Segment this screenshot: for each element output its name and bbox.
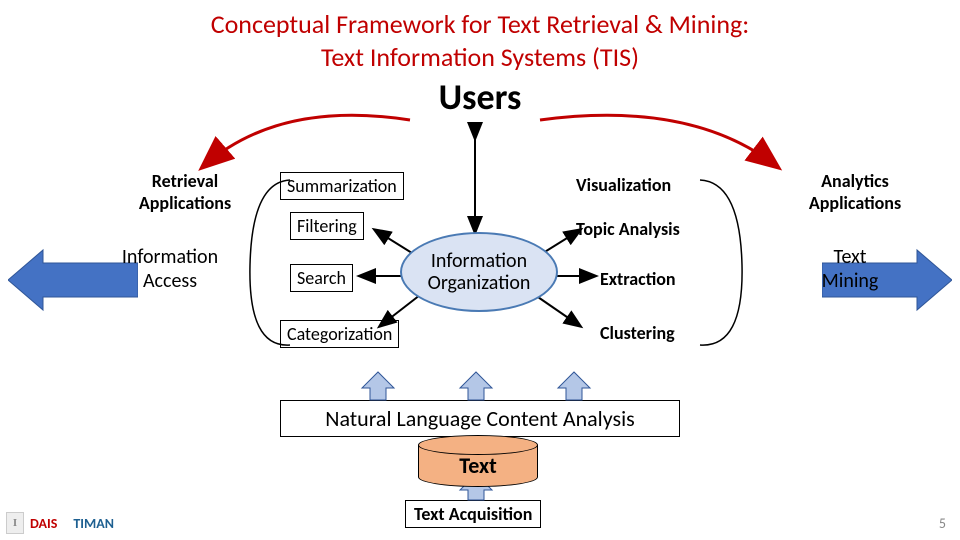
filtering-box: Filtering [290,212,364,240]
information-access-label: Information Access [100,245,240,293]
footer-logos: I DAIS TIMAN [6,512,114,534]
visualization-label: Visualization [576,174,671,196]
text-acquisition-box: Text Acquisition [405,500,541,528]
retrieval-applications-label: Retrieval Applications [120,170,250,214]
text-mining-label: Text Mining [795,245,905,293]
page-number: 5 [939,515,946,532]
nlca-box: Natural Language Content Analysis [280,400,680,437]
slide-title: Conceptual Framework for Text Retrieval … [0,0,960,73]
logo-dais: DAIS [30,515,57,532]
users-label: Users [0,75,960,119]
extraction-label: Extraction [600,268,676,290]
topic-analysis-label: Topic Analysis [576,218,680,240]
logo-timan: TIMAN [73,515,114,532]
search-box: Search [290,264,353,292]
categorization-box: Categorization [280,320,399,348]
summarization-box: Summarization [280,172,404,200]
text-cylinder: Text [418,444,538,498]
logo-illinois-icon: I [6,512,24,534]
clustering-label: Clustering [600,322,675,344]
information-organization-ellipse: Information Organization [400,232,558,312]
analytics-applications-label: Analytics Applications [790,170,920,214]
